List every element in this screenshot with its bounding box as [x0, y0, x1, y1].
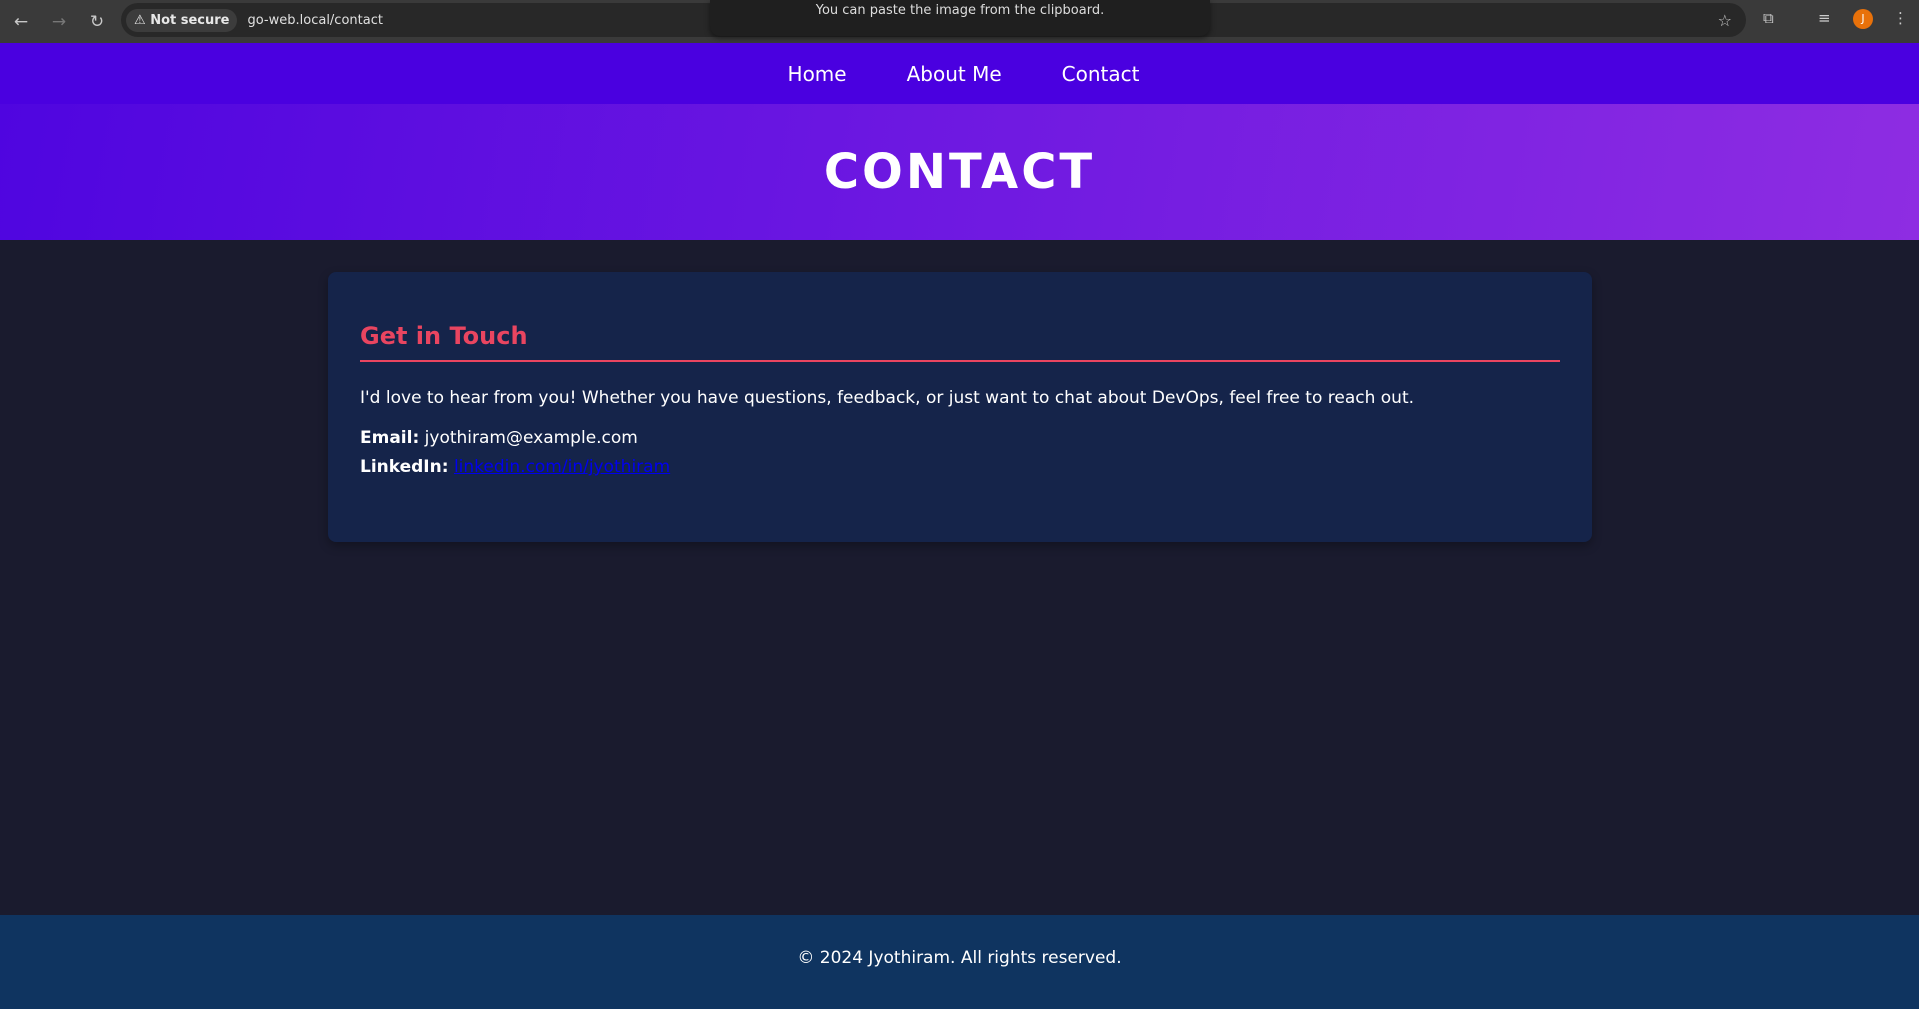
url-text[interactable]: go-web.local/contact — [247, 13, 382, 28]
back-icon[interactable]: ← — [4, 12, 38, 32]
security-chip[interactable]: ⚠ Not secure — [126, 8, 238, 32]
email-value: jyothiram@example.com — [424, 428, 638, 448]
intro-text: I'd love to hear from you! Whether you h… — [360, 388, 1415, 408]
linkedin-label: LinkedIn: — [360, 457, 449, 477]
nav-contact[interactable]: Contact — [1062, 62, 1140, 86]
linkedin-link[interactable]: linkedin.com/in/jyothiram — [454, 457, 670, 477]
email-row: Email: jyothiram@example.com — [360, 424, 1560, 453]
clipboard-toast: You can paste the image from the clipboa… — [710, 0, 1210, 36]
contact-card: Get in Touch I'd love to hear from you! … — [328, 272, 1592, 542]
media-controls-icon[interactable]: ≡ — [1818, 9, 1831, 27]
browser-toolbar: ← → ↻ ⚠ Not secure go-web.local/contact … — [0, 0, 1919, 43]
footer: © 2024 Jyothiram. All rights reserved. — [0, 915, 1919, 1009]
email-label: Email: — [360, 428, 420, 448]
copyright-text: © 2024 Jyothiram. All rights reserved. — [797, 948, 1122, 968]
forward-icon[interactable]: → — [42, 12, 76, 32]
hero-banner: CONTACT — [0, 104, 1919, 240]
card-heading: Get in Touch — [360, 322, 1560, 362]
profile-avatar[interactable]: J — [1853, 9, 1873, 29]
site-nav: Home About Me Contact — [0, 43, 1919, 104]
nav-about[interactable]: About Me — [907, 62, 1002, 86]
security-label: Not secure — [150, 12, 230, 28]
linkedin-row: LinkedIn: linkedin.com/in/jyothiram — [360, 453, 1560, 482]
nav-home[interactable]: Home — [788, 62, 847, 86]
extensions-icon[interactable]: ⧉ — [1763, 9, 1774, 27]
menu-kebab-icon[interactable]: ⋮ — [1893, 9, 1908, 27]
page-title: CONTACT — [823, 144, 1096, 200]
reload-icon[interactable]: ↻ — [80, 12, 114, 32]
bookmark-star-icon[interactable]: ☆ — [1718, 11, 1732, 30]
